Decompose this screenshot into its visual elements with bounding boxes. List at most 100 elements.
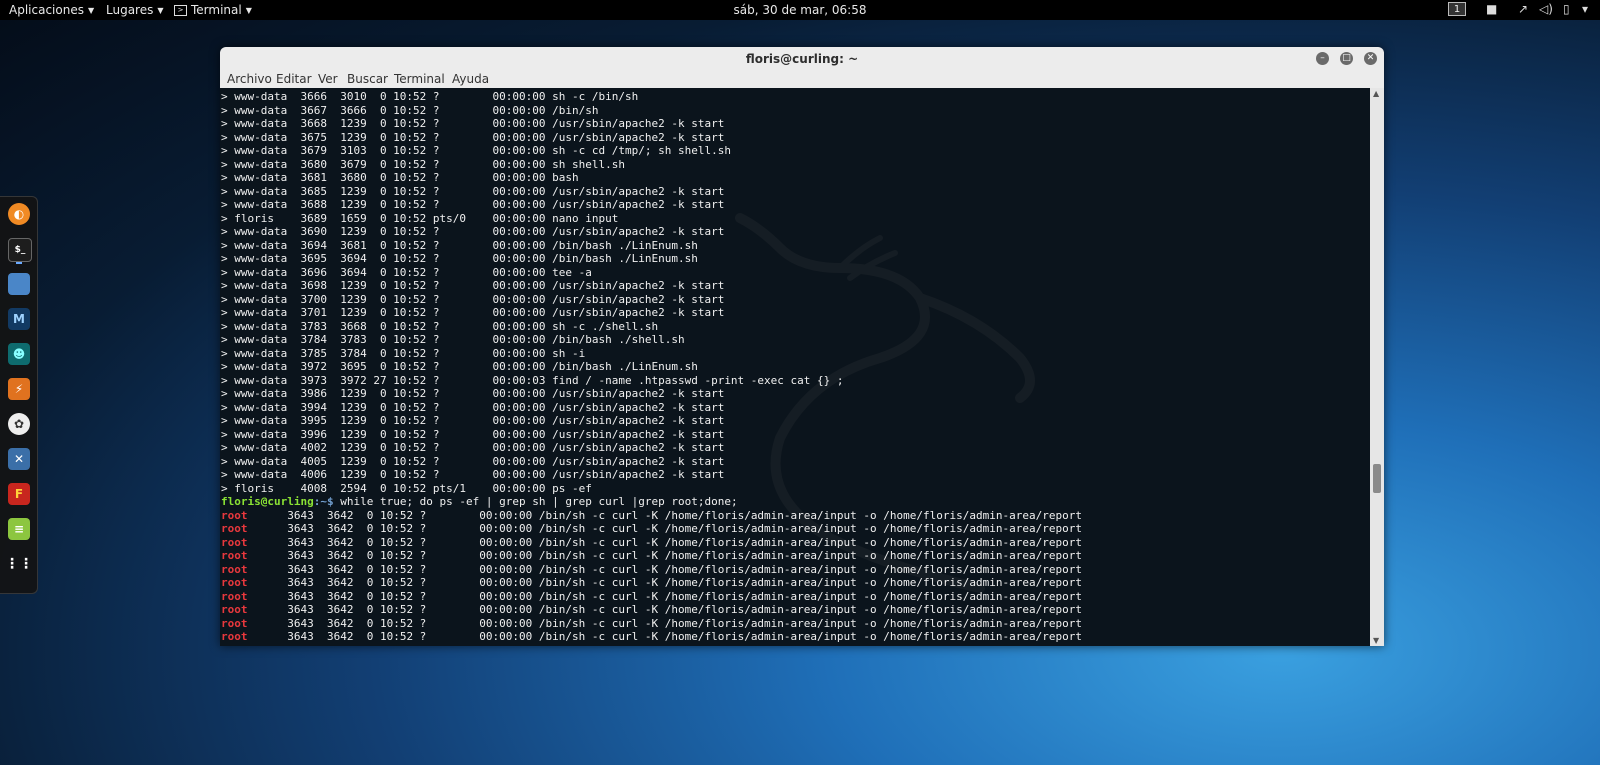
root-process-detail: 3643 3642 0 10:52 ? 00:00:00 /bin/sh -c … bbox=[247, 630, 1082, 643]
menu-bar: Archivo Editar Ver Buscar Terminal Ayuda bbox=[220, 71, 1384, 89]
root-user-label: root bbox=[221, 603, 248, 616]
root-process-line: root 3643 3642 0 10:52 ? 00:00:00 /bin/s… bbox=[221, 617, 1082, 631]
applications-menu[interactable]: Aplicaciones ▼ bbox=[9, 3, 94, 17]
show-apps-icon[interactable]: ⋮⋮ bbox=[5, 553, 33, 575]
root-process-detail: 3643 3642 0 10:52 ? 00:00:00 /bin/sh -c … bbox=[247, 549, 1082, 562]
root-user-label: root bbox=[221, 508, 248, 522]
ps-output-line: > www-data 3680 3679 0 10:52 ? 00:00:00 … bbox=[221, 157, 625, 171]
ps-output-line: > www-data 3688 1239 0 10:52 ? 00:00:00 … bbox=[221, 198, 725, 211]
root-process-line: root 3643 3642 0 10:52 ? 00:00:00 /bin/s… bbox=[221, 603, 1082, 617]
running-indicator bbox=[16, 262, 22, 264]
ps-output-line: > www-data 3675 1239 0 10:52 ? 00:00:00 … bbox=[221, 130, 725, 144]
root-user-label: root bbox=[221, 535, 248, 549]
applications-label: Aplicaciones bbox=[9, 3, 84, 17]
root-process-line: root 3643 3642 0 10:52 ? 00:00:00 /bin/s… bbox=[221, 509, 1082, 523]
minimize-icon[interactable]: – bbox=[1316, 52, 1329, 65]
root-process-detail: 3643 3642 0 10:52 ? 00:00:00 /bin/sh -c … bbox=[247, 535, 1082, 549]
terminal-icon[interactable]: $_ bbox=[8, 238, 32, 262]
ps-output-line: > www-data 3996 1239 0 10:52 ? 00:00:00 … bbox=[221, 427, 725, 441]
video-icon[interactable]: ■ bbox=[1486, 2, 1497, 16]
ps-output-line: > www-data 3701 1239 0 10:52 ? 00:00:00 … bbox=[221, 306, 725, 319]
ps-output-line: > www-data 3973 3972 27 10:52 ? 00:00:03… bbox=[221, 373, 844, 387]
menu-archivo[interactable]: Archivo bbox=[227, 72, 272, 86]
root-process-line: root 3643 3642 0 10:52 ? 00:00:00 /bin/s… bbox=[221, 630, 1082, 644]
ps-output-line: > www-data 3995 1239 0 10:52 ? 00:00:00 … bbox=[221, 414, 725, 427]
leafpad-icon[interactable]: ≡ bbox=[8, 518, 30, 540]
maximize-icon[interactable]: □ bbox=[1340, 52, 1353, 65]
root-process-line: root 3643 3642 0 10:52 ? 00:00:00 /bin/s… bbox=[221, 576, 1082, 590]
root-user-label: root bbox=[221, 549, 248, 562]
root-process-detail: 3643 3642 0 10:52 ? 00:00:00 /bin/sh -c … bbox=[247, 616, 1082, 630]
terminal-window: floris@curling: ~ – □ ✕ Archivo Editar V… bbox=[220, 47, 1384, 646]
root-user-label: root bbox=[221, 630, 248, 643]
root-process-detail: 3643 3642 0 10:52 ? 00:00:00 /bin/sh -c … bbox=[247, 603, 1082, 616]
root-process-detail: 3643 3642 0 10:52 ? 00:00:00 /bin/sh -c … bbox=[247, 508, 1082, 522]
root-user-label: root bbox=[221, 562, 248, 576]
workspace-indicator[interactable]: 1 bbox=[1448, 2, 1466, 16]
ps-output-line: > www-data 3784 3783 0 10:52 ? 00:00:00 … bbox=[221, 333, 685, 346]
prompt-command: while true; do ps -ef | grep sh | grep c… bbox=[333, 495, 738, 508]
ps-output-line: > www-data 3986 1239 0 10:52 ? 00:00:00 … bbox=[221, 387, 725, 400]
caret-down-icon: ▼ bbox=[157, 5, 164, 15]
ps-output-line: > www-data 3666 3010 0 10:52 ? 00:00:00 … bbox=[221, 90, 639, 103]
menu-ver[interactable]: Ver bbox=[318, 72, 338, 86]
top-panel: Aplicaciones ▼ Lugares ▼ > Terminal ▼ sá… bbox=[0, 0, 1600, 20]
metasploit-icon[interactable]: M bbox=[8, 308, 30, 330]
menu-buscar[interactable]: Buscar bbox=[347, 72, 388, 86]
terminal-app-menu[interactable]: > Terminal ▼ bbox=[174, 3, 252, 17]
files-icon[interactable] bbox=[8, 273, 30, 295]
ps-output-line: > www-data 3681 3680 0 10:52 ? 00:00:00 … bbox=[221, 171, 579, 184]
ps-output-line: > www-data 3994 1239 0 10:52 ? 00:00:00 … bbox=[221, 400, 725, 414]
root-user-label: root bbox=[221, 522, 248, 535]
prompt-line: floris@curling:~$ while true; do ps -ef … bbox=[221, 495, 1082, 509]
window-title: floris@curling: ~ bbox=[745, 52, 859, 66]
prompt-user: floris@curling bbox=[221, 495, 314, 508]
ps-output-line: > www-data 3667 3666 0 10:52 ? 00:00:00 … bbox=[221, 103, 599, 117]
root-process-line: root 3643 3642 0 10:52 ? 00:00:00 /bin/s… bbox=[221, 522, 1082, 536]
root-process-detail: 3643 3642 0 10:52 ? 00:00:00 /bin/sh -c … bbox=[247, 522, 1082, 535]
root-process-line: root 3643 3642 0 10:52 ? 00:00:00 /bin/s… bbox=[221, 549, 1082, 563]
volume-icon[interactable]: ◁) bbox=[1539, 2, 1553, 16]
terminal-output[interactable]: > www-data 3666 3010 0 10:52 ? 00:00:00 … bbox=[220, 88, 1370, 646]
root-process-detail: 3643 3642 0 10:52 ? 00:00:00 /bin/sh -c … bbox=[247, 576, 1082, 589]
menu-ayuda[interactable]: Ayuda bbox=[452, 72, 489, 86]
menu-terminal[interactable]: Terminal bbox=[394, 72, 445, 86]
ps-output-line: > www-data 3696 3694 0 10:52 ? 00:00:00 … bbox=[221, 265, 592, 279]
faraday-icon[interactable]: F bbox=[8, 483, 30, 505]
ps-output-line: > www-data 3972 3695 0 10:52 ? 00:00:00 … bbox=[221, 360, 698, 373]
ps-output-line: > floris 3689 1659 0 10:52 pts/0 00:00:0… bbox=[221, 211, 619, 225]
ps-output-line: > www-data 3695 3694 0 10:52 ? 00:00:00 … bbox=[221, 252, 698, 265]
root-process-line: root 3643 3642 0 10:52 ? 00:00:00 /bin/s… bbox=[221, 590, 1082, 604]
ps-output-line: > www-data 3783 3668 0 10:52 ? 00:00:00 … bbox=[221, 319, 659, 333]
battery-icon[interactable]: ▯ bbox=[1563, 2, 1570, 16]
scroll-thumb[interactable] bbox=[1373, 463, 1381, 494]
root-process-line: root 3643 3642 0 10:52 ? 00:00:00 /bin/s… bbox=[221, 536, 1082, 550]
network-icon[interactable]: ↗ bbox=[1518, 2, 1528, 16]
ps-output-line: > www-data 3685 1239 0 10:52 ? 00:00:00 … bbox=[221, 184, 725, 198]
terminal-scrollbar[interactable]: ▲ ▼ bbox=[1370, 88, 1384, 646]
caret-down-icon: ▼ bbox=[87, 5, 95, 15]
ps-output-line: > www-data 3668 1239 0 10:52 ? 00:00:00 … bbox=[221, 117, 725, 130]
places-menu[interactable]: Lugares ▼ bbox=[106, 3, 164, 17]
scroll-down-icon[interactable]: ▼ bbox=[1373, 636, 1379, 645]
root-process-detail: 3643 3642 0 10:52 ? 00:00:00 /bin/sh -c … bbox=[247, 562, 1082, 576]
terminal-lines: > www-data 3666 3010 0 10:52 ? 00:00:00 … bbox=[221, 90, 1082, 644]
armitage-icon[interactable]: ☻ bbox=[8, 343, 30, 365]
burpsuite-icon[interactable]: ⚡ bbox=[8, 378, 30, 400]
menu-editar[interactable]: Editar bbox=[276, 72, 312, 86]
ps-output-line: > www-data 4002 1239 0 10:52 ? 00:00:00 … bbox=[221, 441, 725, 454]
dash-dock: ◐ $_ M ☻ ⚡ ✿ ✕ F ≡ ⋮⋮ bbox=[0, 196, 38, 594]
beef-icon[interactable]: ✕ bbox=[8, 448, 30, 470]
system-menu-caret-icon[interactable]: ▾ bbox=[1582, 2, 1588, 16]
close-icon[interactable]: ✕ bbox=[1364, 52, 1377, 65]
firefox-icon[interactable]: ◐ bbox=[8, 203, 30, 225]
ps-output-line: > www-data 4005 1239 0 10:52 ? 00:00:00 … bbox=[221, 454, 725, 468]
ps-output-line: > floris 4008 2594 0 10:52 pts/1 00:00:0… bbox=[221, 481, 592, 495]
scroll-up-icon[interactable]: ▲ bbox=[1373, 89, 1379, 98]
window-titlebar[interactable]: floris@curling: ~ – □ ✕ bbox=[220, 47, 1384, 71]
maltego-icon[interactable]: ✿ bbox=[8, 413, 30, 435]
ps-output-line: > www-data 3698 1239 0 10:52 ? 00:00:00 … bbox=[221, 279, 725, 292]
caret-down-icon: ▼ bbox=[245, 5, 252, 15]
root-user-label: root bbox=[221, 589, 248, 603]
places-label: Lugares bbox=[106, 3, 154, 17]
